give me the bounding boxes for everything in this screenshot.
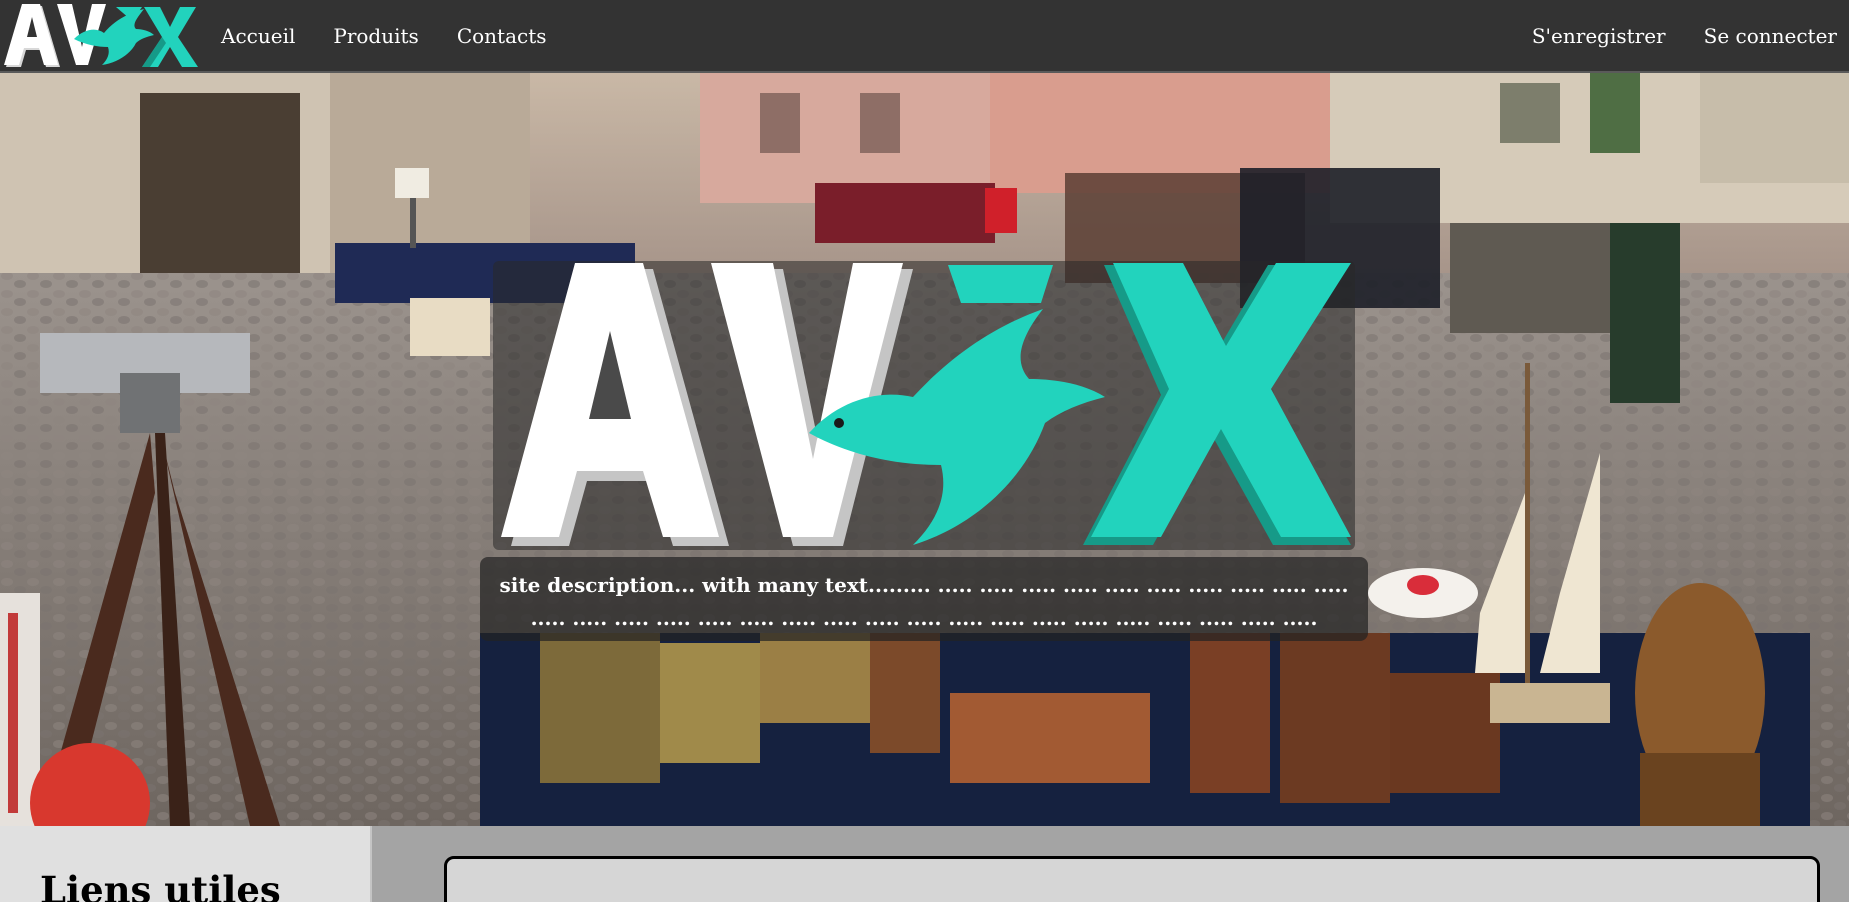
nav-link-produits[interactable]: Produits [333,24,418,48]
brand-logo-link[interactable] [4,3,198,70]
hero-logo-panel [493,261,1355,550]
main-content-card [444,856,1820,902]
sidebar: Liens utiles [0,826,372,902]
avex-bird-logo-large-icon [501,263,1351,546]
hero-banner: site description... with many text......… [0,73,1849,826]
account-nav: S'enregistrer Se connecter [1532,0,1837,71]
register-link[interactable]: S'enregistrer [1532,24,1666,48]
navbar: Accueil Produits Contacts S'enregistrer … [0,0,1849,73]
page-content: Liens utiles [0,826,1849,902]
nav-link-accueil[interactable]: Accueil [221,24,295,48]
sidebar-title: Liens utiles [40,868,281,902]
login-link[interactable]: Se connecter [1704,24,1837,48]
nav-link-contacts[interactable]: Contacts [457,24,547,48]
main-nav: Accueil Produits Contacts [221,0,547,71]
site-description: site description... with many text......… [480,557,1368,641]
avex-bird-logo-icon [4,4,198,67]
